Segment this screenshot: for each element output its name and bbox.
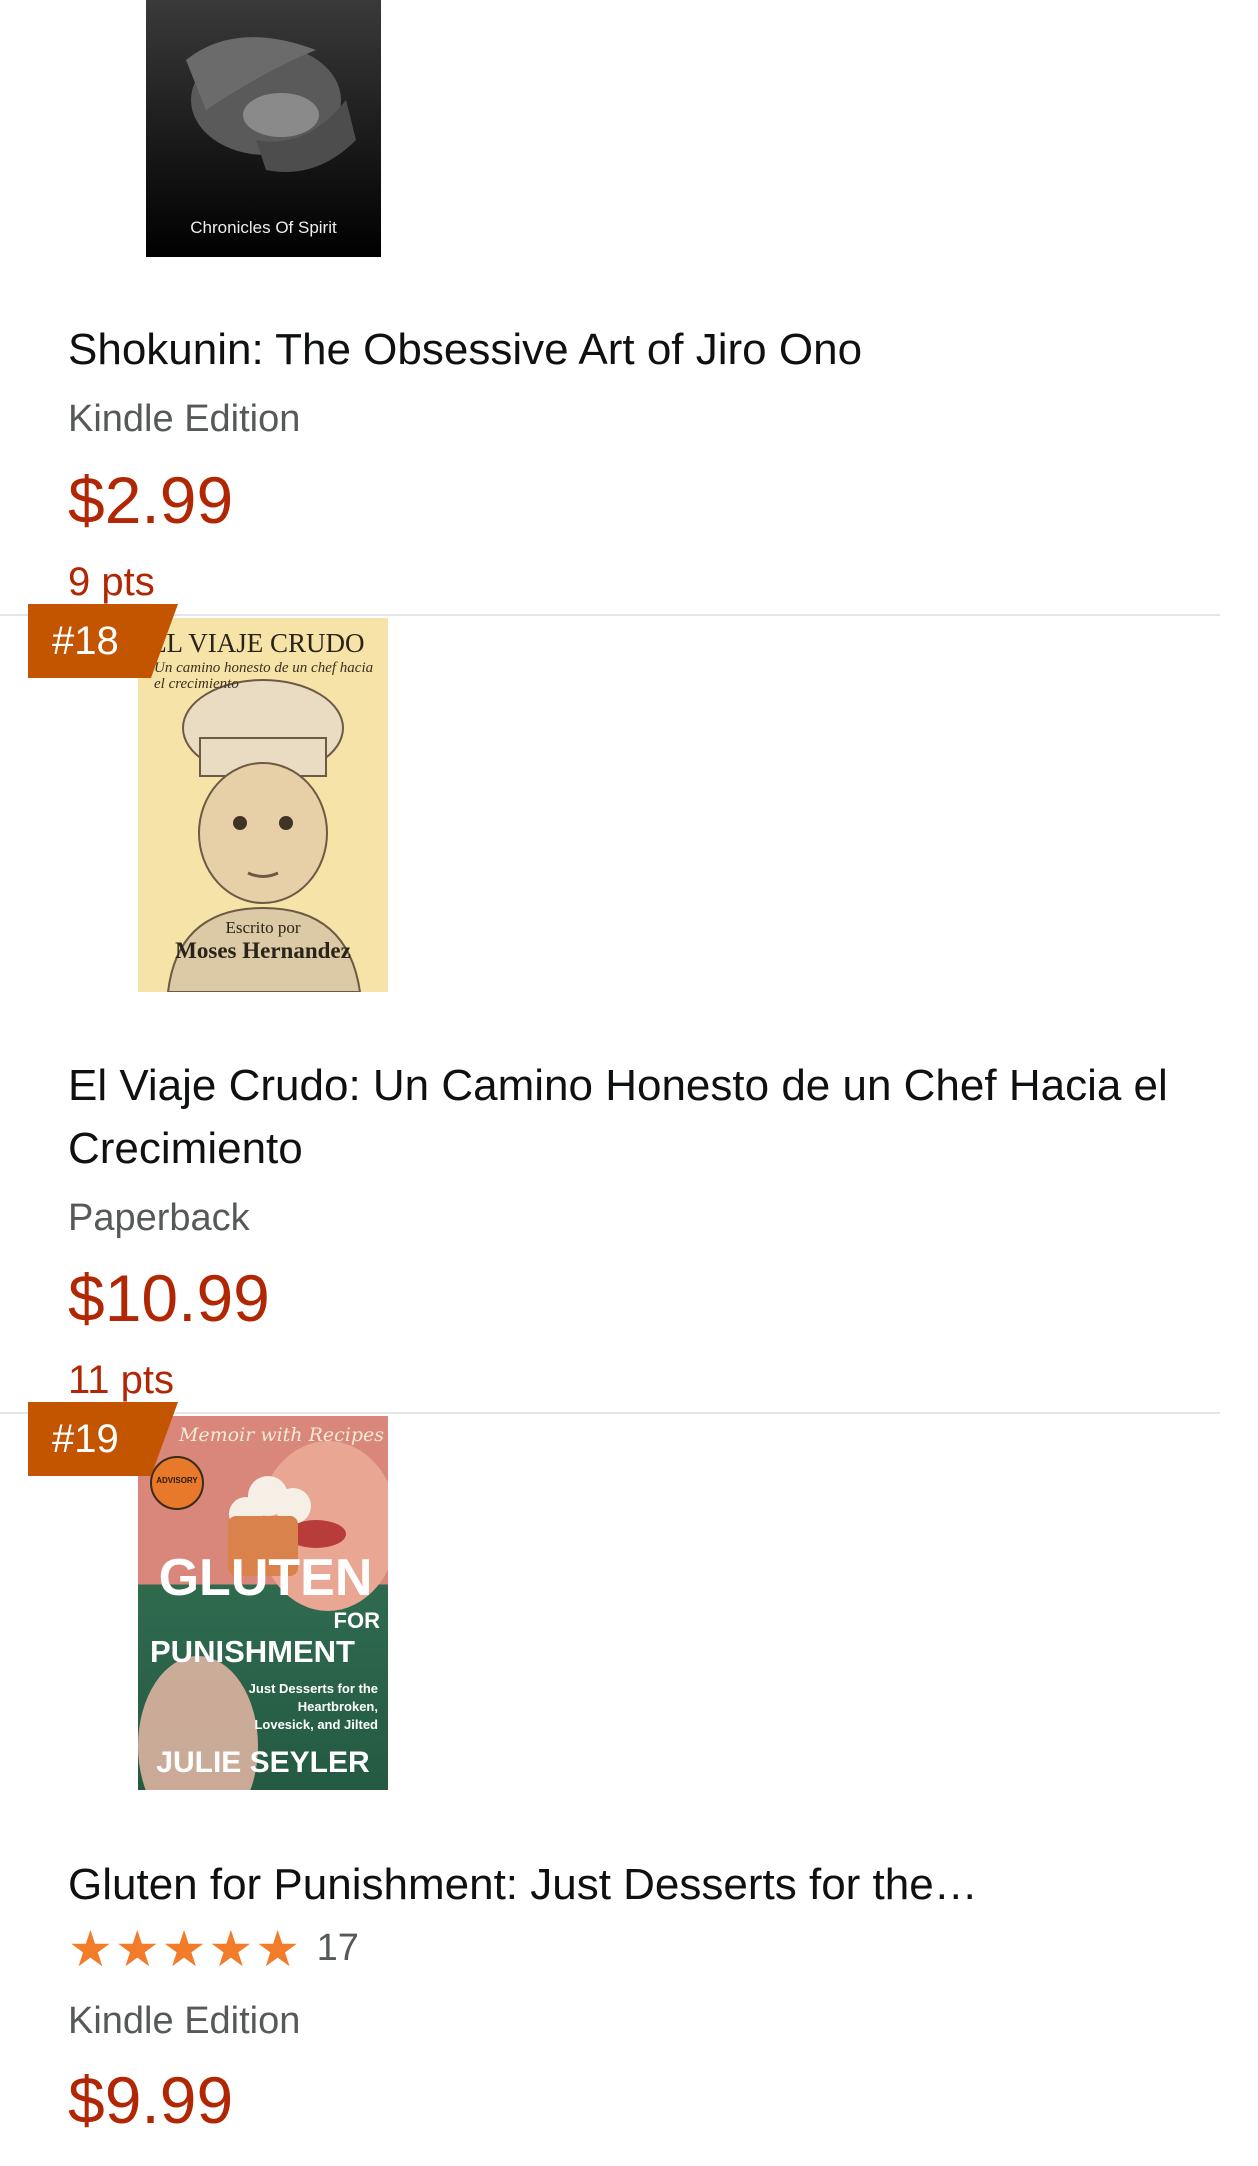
divider	[0, 1412, 1220, 1414]
rating-count: 17	[316, 1927, 359, 1969]
product-title[interactable]: Shokunin: The Obsessive Art of Jiro Ono	[68, 318, 1208, 381]
book-cover[interactable]: Chronicles Of Spirit	[146, 0, 381, 257]
product-format: Paperback	[68, 1197, 250, 1239]
divider	[0, 614, 1220, 616]
cover-author: Moses Hernandez	[175, 938, 351, 963]
reward-points: 11 pts	[68, 1358, 174, 1402]
advisory-badge: ADVISORY	[150, 1456, 204, 1510]
cover-title: EL VIAJE CRUDO	[150, 628, 365, 658]
book-cover[interactable]: Memoir with Recipes ADVISORY GLUTEN FOR …	[138, 1416, 388, 1790]
cover-punishment: PUNISHMENT	[150, 1634, 355, 1669]
advisory-text: ADVISORY	[156, 1476, 198, 1485]
cover-author: JULIE SEYLER	[156, 1746, 370, 1779]
reward-points: 9 pts	[68, 560, 155, 604]
product-title[interactable]: Gluten for Punishment: Just Desserts for…	[68, 1853, 1218, 1916]
product-format: Kindle Edition	[68, 2000, 301, 2042]
cover-tagline: Just Desserts for the Heartbroken, Loves…	[248, 1681, 378, 1732]
product-title[interactable]: El Viaje Crudo: Un Camino Honesto de un …	[68, 1054, 1218, 1180]
book-cover[interactable]: EL VIAJE CRUDO Un camino honesto de un c…	[138, 618, 388, 992]
cover-byline: Escrito por	[225, 918, 301, 937]
cover-subtitle: Un camino honesto de un chef hacia el cr…	[154, 660, 374, 692]
cover-title: GLUTEN	[158, 1549, 373, 1607]
cover-text: Chronicles Of Spirit	[190, 218, 337, 237]
cover-tag: Memoir with Recipes	[178, 1424, 384, 1446]
star-rating[interactable]: ★★★★★ 17	[68, 1920, 359, 1978]
product-price: $10.99	[68, 1261, 270, 1335]
product-format: Kindle Edition	[68, 398, 301, 440]
star-icons: ★★★★★	[68, 1921, 303, 1977]
cover-for: FOR	[333, 1608, 380, 1633]
product-price: $9.99	[68, 2063, 234, 2137]
product-price: $2.99	[68, 463, 234, 537]
